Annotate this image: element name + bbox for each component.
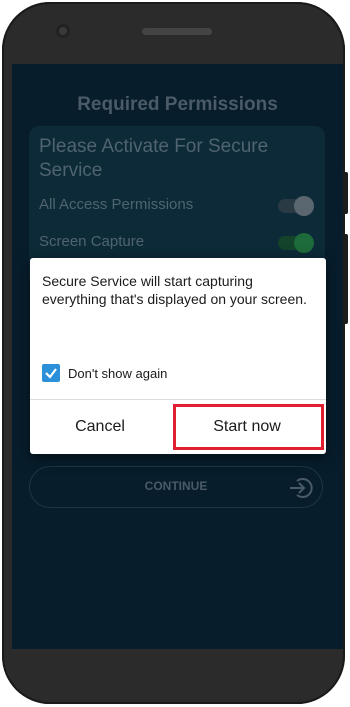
checkmark-icon (45, 368, 57, 379)
screen-capture-toggle[interactable] (278, 233, 314, 253)
capture-permission-dialog: Secure Service will start capturing ever… (30, 258, 326, 454)
login-arrow-icon (290, 478, 313, 498)
dont-show-again-checkbox[interactable] (42, 364, 60, 382)
permission-row-screen-capture[interactable]: Screen Capture (39, 233, 314, 255)
earpiece-speaker (142, 28, 212, 35)
start-now-highlight (173, 404, 324, 450)
cancel-button[interactable]: Cancel (30, 400, 170, 454)
phone-frame: Required Permissions Please Activate For… (2, 2, 348, 704)
permission-row-all-access[interactable]: All Access Permissions (39, 196, 314, 218)
permissions-heading: Please Activate For Secure Service (39, 136, 269, 181)
checkbox-label: Don't show again (68, 366, 168, 381)
app-screen: Required Permissions Please Activate For… (12, 64, 343, 649)
continue-label: CONTINUE (144, 479, 208, 493)
page-title: Required Permissions (77, 94, 278, 115)
dialog-message: Secure Service will start capturing ever… (42, 273, 307, 307)
permission-label: Screen Capture (39, 233, 145, 250)
volume-button (343, 234, 348, 324)
front-camera (56, 24, 70, 38)
all-access-toggle[interactable] (278, 196, 314, 216)
power-button (343, 172, 348, 214)
permission-label: All Access Permissions (39, 196, 194, 213)
bottom-bezel (12, 649, 343, 689)
continue-button[interactable]: CONTINUE (29, 466, 323, 508)
